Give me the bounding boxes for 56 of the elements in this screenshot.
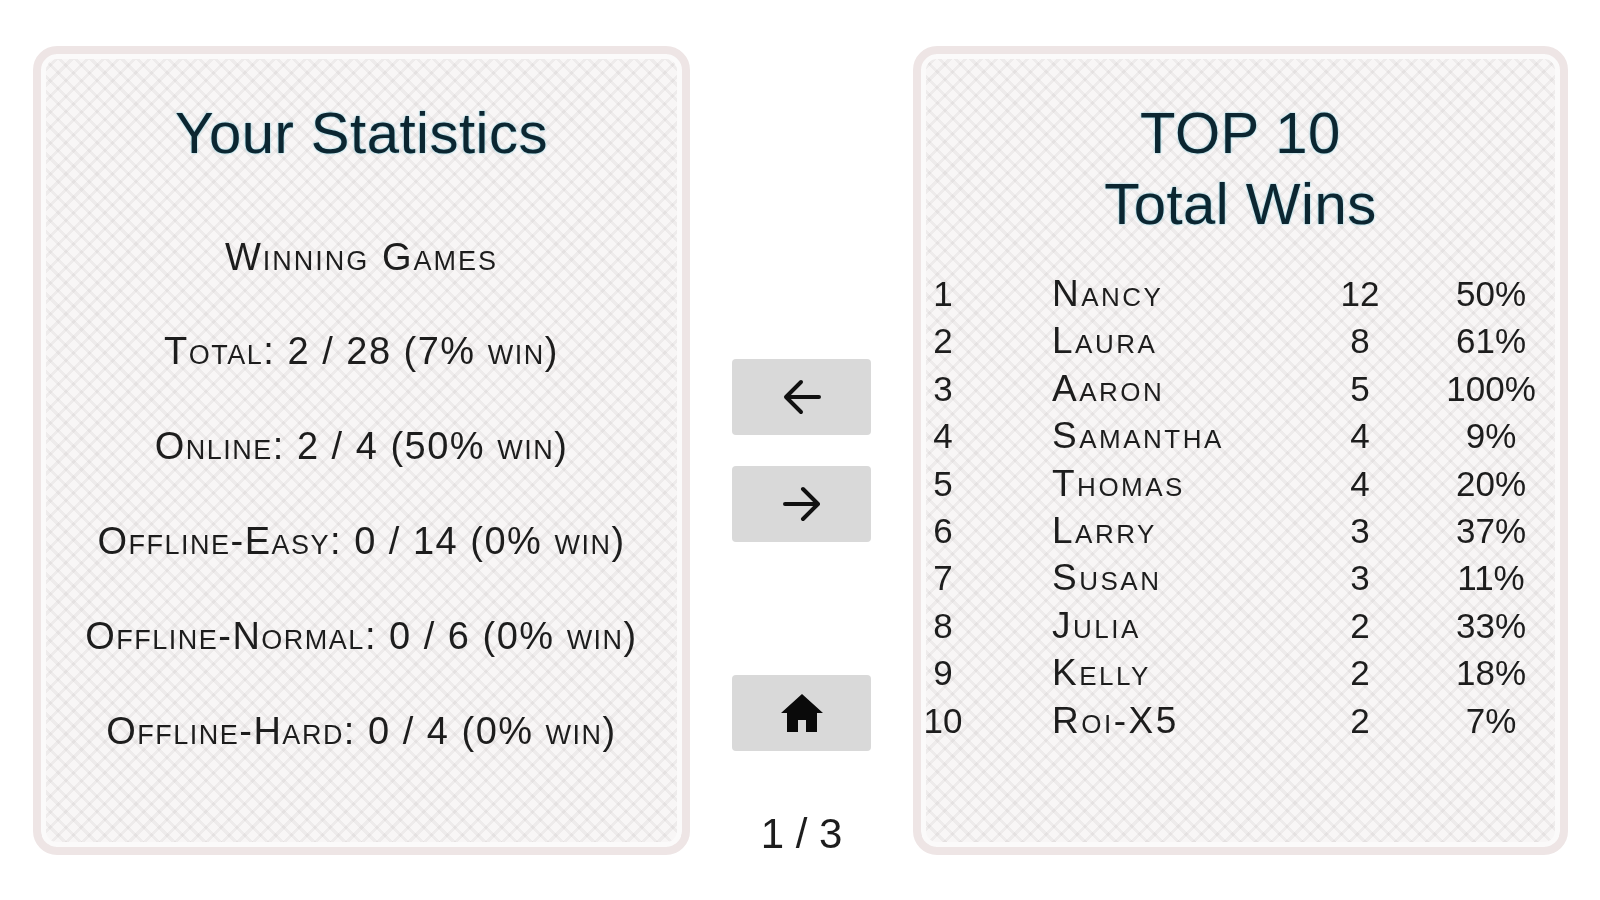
- player-name-cell-text: Larry: [1051, 509, 1158, 554]
- player-name-cell-text: Aaron: [1051, 366, 1166, 411]
- rank-cell-text: 7: [932, 557, 954, 600]
- player-name-cell-text: Julia: [1051, 603, 1142, 648]
- card-title: TOP 10: [1140, 99, 1341, 167]
- rank-cell-text: 6: [932, 510, 954, 553]
- stat-line: Offline-Easy: 0 / 14 (0% win): [97, 519, 626, 564]
- wins-cell-text: 3: [1349, 557, 1371, 600]
- win-rate-cell-text: 11%: [1456, 557, 1526, 600]
- win-rate-cell-text: 18%: [1454, 652, 1528, 695]
- home-button[interactable]: [732, 675, 871, 751]
- right-arrow-icon: [782, 486, 821, 522]
- win-rate-cell-text: 50%: [1454, 273, 1528, 315]
- win-rate-cell-text: 7%: [1464, 699, 1518, 742]
- wins-cell-text: 5: [1349, 367, 1371, 410]
- player-name-cell-text: Kelly: [1051, 651, 1152, 696]
- win-rate-cell-text: 100%: [1445, 367, 1537, 410]
- rank-cell-text: 10: [922, 699, 964, 742]
- win-rate-cell-text: 9%: [1464, 415, 1518, 458]
- wins-cell-text: 2: [1349, 652, 1371, 695]
- stat-line: Offline-Normal: 0 / 6 (0% win): [85, 614, 638, 659]
- player-name-cell-text: Thomas: [1051, 461, 1186, 506]
- rank-cell-text: 2: [932, 320, 954, 363]
- rank-cell-text: 4: [932, 415, 954, 458]
- player-name-cell-text: Nancy: [1051, 272, 1165, 316]
- wins-cell-text: 12: [1339, 273, 1381, 315]
- wins-cell-text: 2: [1349, 604, 1371, 647]
- win-rate-cell-text: 61%: [1454, 320, 1528, 363]
- wins-cell-text: 4: [1349, 415, 1371, 458]
- win-rate-cell-text: 33%: [1454, 604, 1528, 647]
- stat-line: Online: 2 / 4 (50% win): [154, 424, 569, 469]
- card-title: Total Wins: [1104, 170, 1377, 238]
- left-arrow-icon: [782, 379, 821, 415]
- stat-line: Total: 2 / 28 (7% win): [164, 329, 559, 374]
- home-icon: [780, 694, 823, 732]
- stat-line: Offline-Hard: 0 / 4 (0% win): [106, 709, 617, 754]
- win-rate-cell-text: 20%: [1454, 462, 1528, 505]
- player-name-cell-text: Samantha: [1051, 414, 1225, 459]
- player-name-cell-text: Laura: [1051, 319, 1159, 364]
- rank-cell-text: 5: [932, 462, 954, 505]
- rank-cell-text: 9: [932, 652, 954, 695]
- section-heading: Winning Games: [225, 235, 498, 280]
- wins-cell-text: 8: [1349, 320, 1371, 363]
- wins-cell-text: 4: [1349, 462, 1371, 505]
- page-indicator: 1 / 3: [760, 809, 843, 859]
- rank-cell-text: 1: [932, 273, 954, 315]
- wins-cell-text: 2: [1349, 699, 1371, 742]
- rank-cell-text: 3: [932, 367, 954, 410]
- card-title: Your Statistics: [175, 99, 548, 167]
- previous-button[interactable]: [732, 359, 871, 435]
- win-rate-cell-text: 37%: [1454, 510, 1528, 553]
- rank-cell-text: 8: [932, 604, 954, 647]
- player-name-cell-text: Susan: [1051, 556, 1163, 601]
- player-name-cell-text: Roi-X5: [1051, 698, 1180, 743]
- wins-cell-text: 3: [1349, 510, 1371, 553]
- next-button[interactable]: [732, 466, 871, 542]
